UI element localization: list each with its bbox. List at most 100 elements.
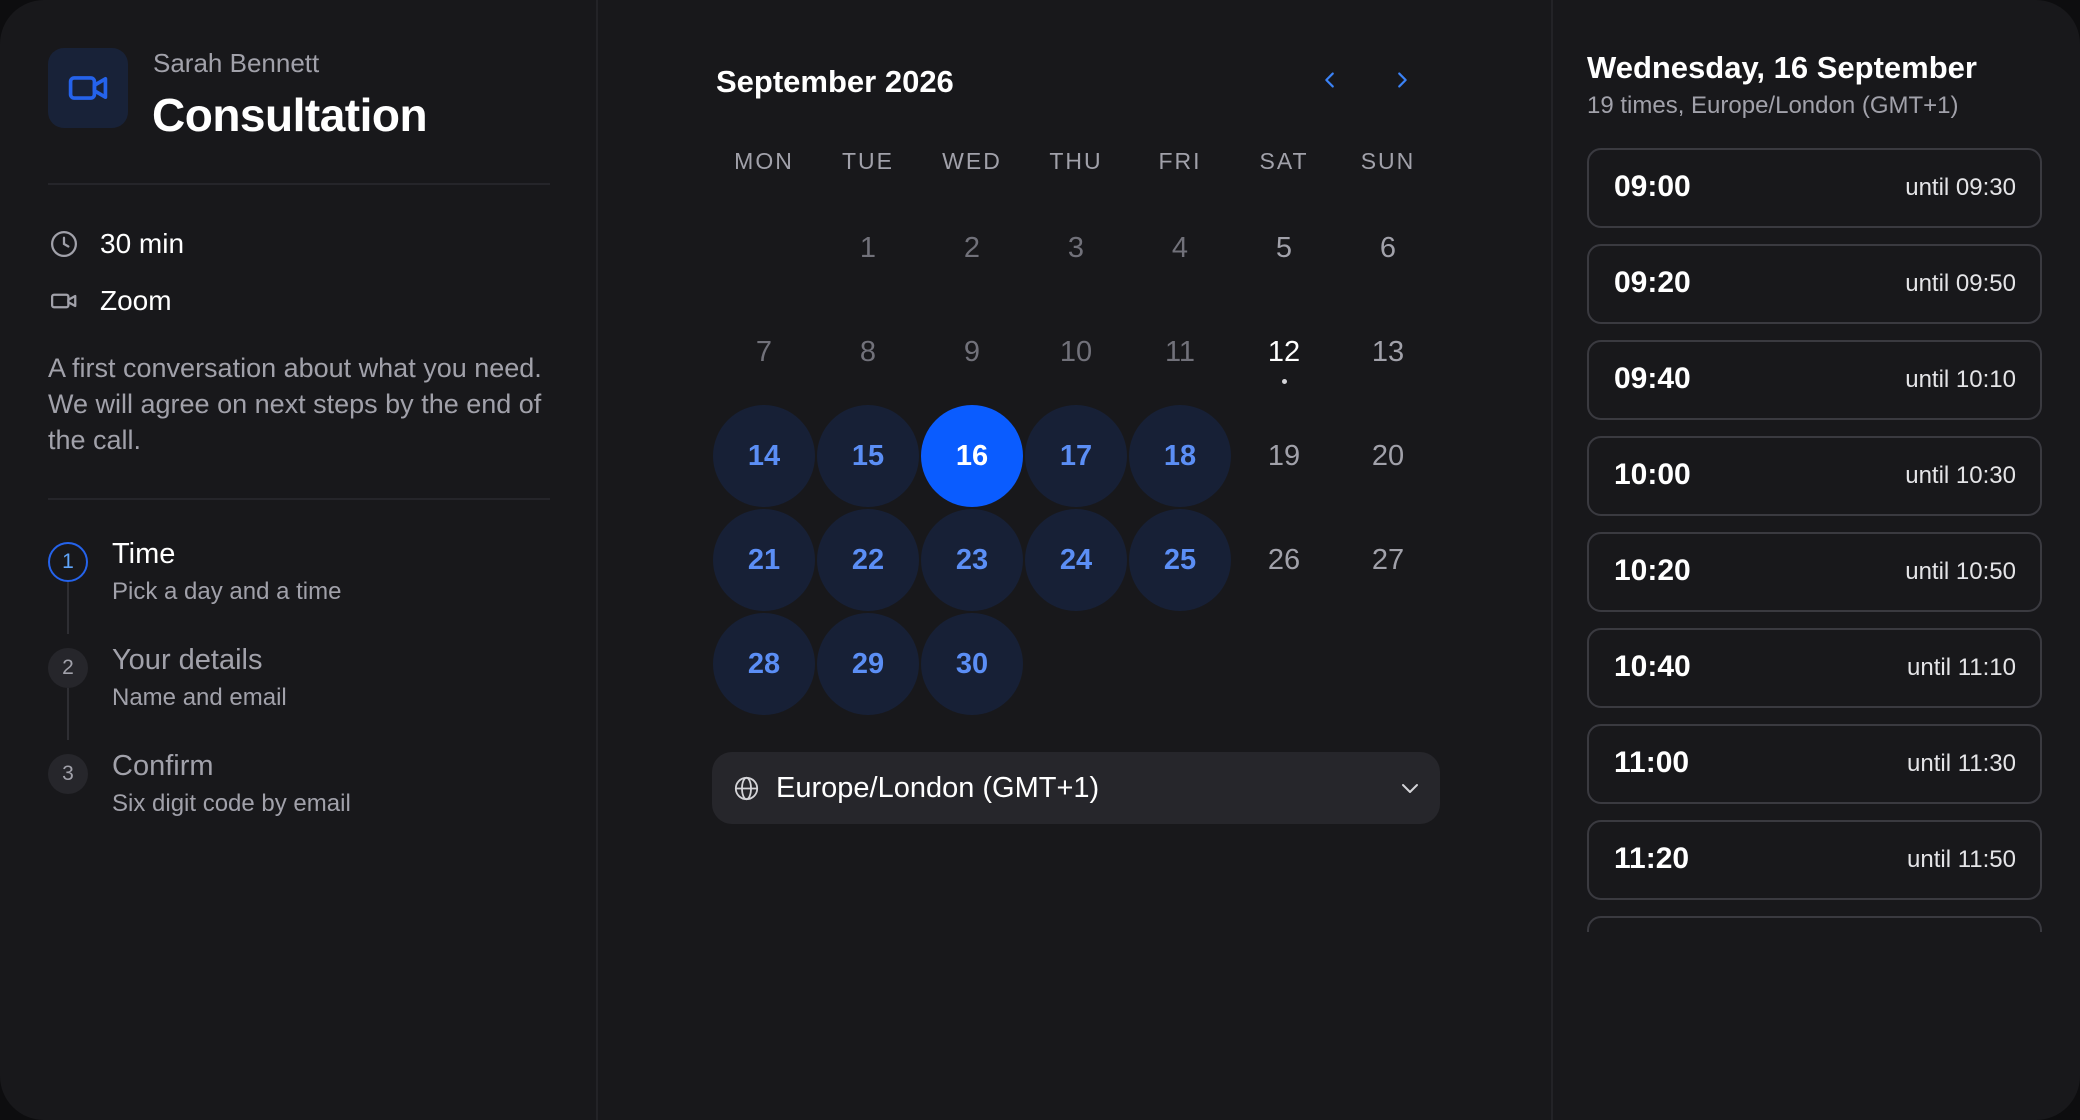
day-number: 12 <box>1267 335 1301 368</box>
calendar-day: 10 <box>1025 301 1127 403</box>
chevron-right-icon <box>1391 69 1413 96</box>
weekday-label: WED <box>942 148 1002 174</box>
step-number: 2 <box>48 648 88 688</box>
slot-start-time: 11:20 <box>1614 842 1690 875</box>
day-number: 14 <box>747 439 781 472</box>
day-number: 4 <box>1171 231 1189 264</box>
weekday-label: THU <box>1049 148 1103 174</box>
slot-start-time: 09:40 <box>1614 362 1691 395</box>
day-number: 28 <box>747 647 781 680</box>
video-icon <box>48 285 80 317</box>
slot-end-time: until 11:10 <box>1907 654 2016 681</box>
event-description: A first conversation about what you need… <box>48 353 542 455</box>
next-month-button[interactable] <box>1384 64 1420 100</box>
calendar-day: 19 <box>1233 405 1335 507</box>
day-number: 26 <box>1267 543 1301 576</box>
host-name: Sarah Bennett <box>153 48 320 78</box>
day-number: 29 <box>851 647 885 680</box>
time-slot[interactable]: 10:20 until 10:50 <box>1587 532 2042 612</box>
chevron-down-icon <box>1396 774 1424 802</box>
step-subtitle: Six digit code by email <box>112 790 351 817</box>
calendar-day[interactable]: 23 <box>921 509 1023 611</box>
slot-end-time: until 09:50 <box>1905 270 2016 297</box>
calendar-day[interactable]: 30 <box>921 613 1023 715</box>
day-number: 5 <box>1275 231 1293 264</box>
calendar-day-selected[interactable]: 16 <box>921 405 1023 507</box>
time-slot[interactable]: 09:40 until 10:10 <box>1587 340 2042 420</box>
calendar-day: 6 <box>1337 197 1439 299</box>
calendar-panel: September 2026 MON TUE WED THU FRI SAT SUN 123… <box>598 0 1553 1120</box>
calendar-day: 27 <box>1337 509 1439 611</box>
time-slot[interactable]: 09:00 until 09:30 <box>1587 148 2042 228</box>
time-slots-panel: Wednesday, 16 September 19 times, Europe… <box>1553 0 2080 1120</box>
slot-end-time: until 10:50 <box>1905 558 2016 585</box>
weekday-header: MON TUE WED THU FRI SAT SUN <box>712 148 1440 180</box>
calendar-day[interactable]: 21 <box>713 509 815 611</box>
globe-icon <box>732 774 760 802</box>
calendar-day: 9 <box>921 301 1023 403</box>
slot-start-time: 09:20 <box>1614 266 1691 299</box>
timezone-select[interactable]: Europe/London (GMT+1) <box>712 752 1440 824</box>
calendar-day[interactable]: 18 <box>1129 405 1231 507</box>
slot-end-time: until 11:30 <box>1907 750 2016 777</box>
slot-start-time: 09:00 <box>1614 170 1691 203</box>
day-number: 20 <box>1371 439 1405 472</box>
step-connector <box>67 582 69 634</box>
event-info-panel: Sarah Bennett Consultation 30 min Zoom A… <box>0 0 598 1120</box>
calendar-day: 20 <box>1337 405 1439 507</box>
calendar-day[interactable]: 24 <box>1025 509 1127 611</box>
location-label: Zoom <box>100 285 172 316</box>
calendar-day: 26 <box>1233 509 1335 611</box>
location-row: Zoom <box>48 285 172 317</box>
calendar-day: 8 <box>817 301 919 403</box>
calendar-day: 4 <box>1129 197 1231 299</box>
calendar-day[interactable]: 15 <box>817 405 919 507</box>
booking-card: Sarah Bennett Consultation 30 min Zoom A… <box>0 0 2080 1120</box>
time-slot[interactable]: 11:00 until 11:30 <box>1587 724 2042 804</box>
slot-end-time: until 09:30 <box>1905 174 2016 201</box>
step-connector <box>67 688 69 740</box>
calendar-day[interactable]: 14 <box>713 405 815 507</box>
step-subtitle: Pick a day and a time <box>112 578 342 605</box>
day-number: 6 <box>1379 231 1397 264</box>
calendar-day[interactable]: 29 <box>817 613 919 715</box>
calendar-day: 2 <box>921 197 1023 299</box>
slot-start-time: 11:00 <box>1614 746 1690 779</box>
duration-row: 30 min <box>48 228 184 260</box>
time-slot[interactable]: 10:40 until 11:10 <box>1587 628 2042 708</box>
day-number: 21 <box>747 543 781 576</box>
day-number: 7 <box>755 335 773 368</box>
time-slot[interactable]: 09:20 until 09:50 <box>1587 244 2042 324</box>
time-slot[interactable]: 10:00 until 10:30 <box>1587 436 2042 516</box>
prev-month-button[interactable] <box>1312 64 1348 100</box>
slot-start-time: 10:40 <box>1614 650 1691 683</box>
clock-icon <box>48 228 80 260</box>
day-number: 27 <box>1371 543 1405 576</box>
calendar-day[interactable]: 28 <box>713 613 815 715</box>
calendar-day[interactable]: 17 <box>1025 405 1127 507</box>
day-number: 30 <box>955 647 989 680</box>
slots-subtitle: 19 times, Europe/London (GMT+1) <box>1587 92 1959 119</box>
calendar-day: 7 <box>713 301 815 403</box>
divider <box>48 498 550 500</box>
event-title: Consultation <box>152 89 428 141</box>
time-slot-list[interactable]: 09:00 until 09:30 09:20 until 09:50 09:40 unt… <box>1587 148 2042 932</box>
day-number: 16 <box>955 439 989 472</box>
weekday-label: SAT <box>1259 148 1309 174</box>
calendar-day: 12 <box>1233 301 1335 403</box>
calendar-day[interactable]: 25 <box>1129 509 1231 611</box>
slot-end-time: until 11:50 <box>1907 846 2016 873</box>
slot-end-time: until 10:10 <box>1905 366 2016 393</box>
day-number: 11 <box>1164 335 1196 368</box>
today-indicator <box>1282 379 1287 384</box>
calendar-day: 5 <box>1233 197 1335 299</box>
time-slot[interactable]: 11:20 until 11:50 <box>1587 820 2042 900</box>
calendar-grid: 1 2 3 4 5 6 7 8 9 10 11 12 13 14 15 16 17 18 19 20 21 22 23 24 2… <box>712 200 1440 720</box>
calendar-day[interactable]: 22 <box>817 509 919 611</box>
time-slot[interactable] <box>1587 916 2042 932</box>
day-number: 1 <box>859 231 877 264</box>
calendar-day: 1 <box>817 197 919 299</box>
day-number: 22 <box>851 543 885 576</box>
slot-end-time: until 10:30 <box>1905 462 2016 489</box>
weekday-label: SUN <box>1360 148 1416 174</box>
